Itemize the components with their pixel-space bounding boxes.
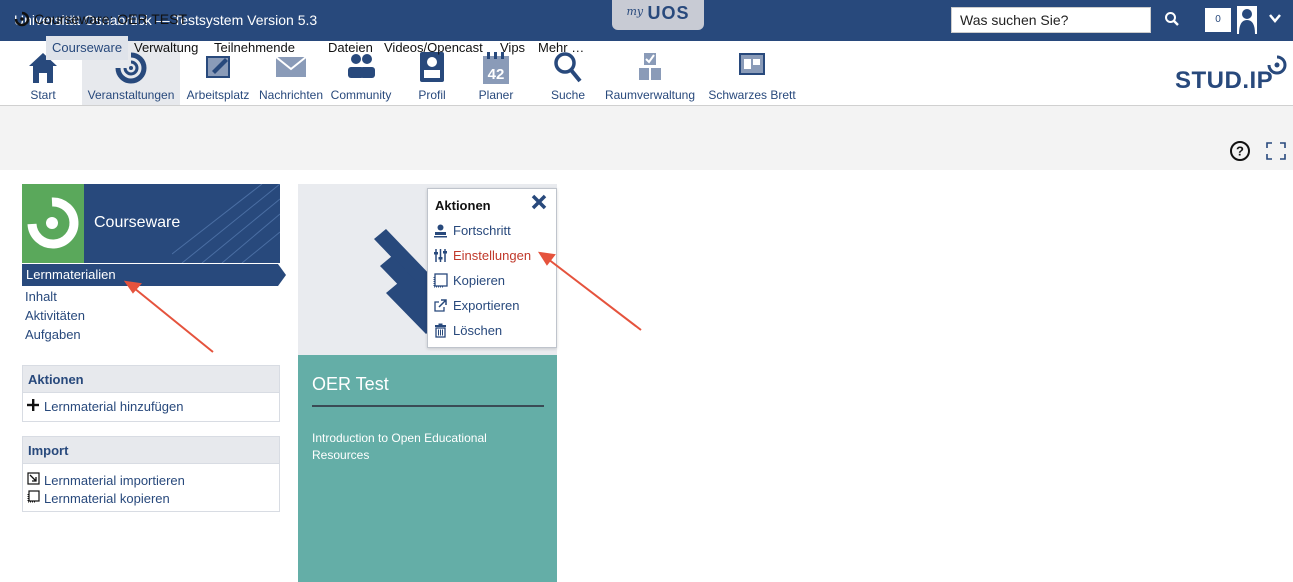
annotation-arrow-einstellungen [537,251,642,331]
annotation-arrow-lernmaterialien [123,280,214,353]
annotation-arrows [123,251,642,353]
